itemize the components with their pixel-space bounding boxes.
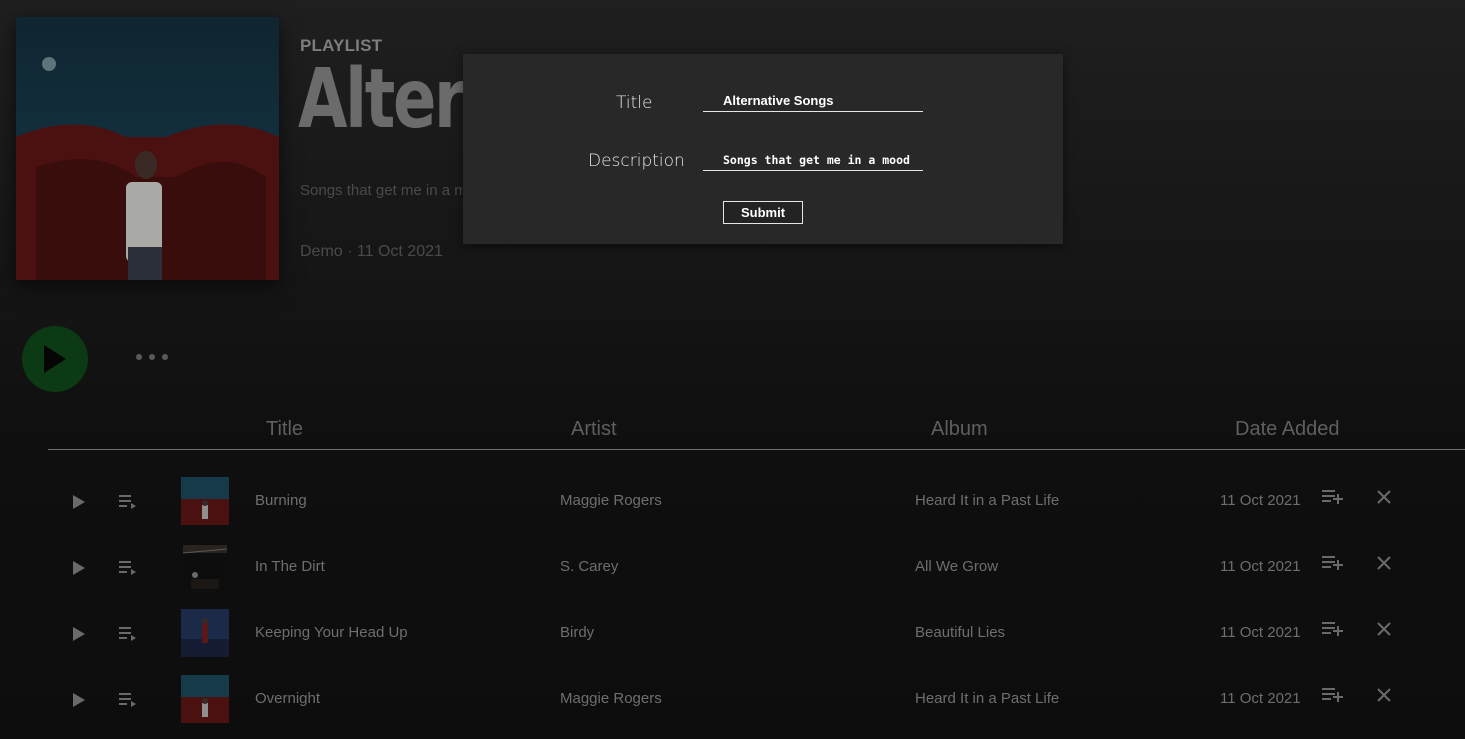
play-icon[interactable] [72,560,86,576]
playlist-cover-image [16,17,279,280]
header-divider [48,449,1465,450]
playlist-add-icon[interactable] [1322,489,1344,505]
table-row[interactable]: Overnight Maggie Rogers Heard It in a Pa… [0,675,1465,725]
playlist-meta: Demo · 11 Oct 2021 [300,243,443,260]
album-art [181,477,229,525]
column-header-artist: Artist [571,418,617,440]
track-date-added: 11 Oct 2021 [1220,624,1301,641]
track-date-added: 11 Oct 2021 [1220,492,1301,509]
column-header-date-added: Date Added [1235,418,1340,440]
track-title: Keeping Your Head Up [255,624,408,641]
add-to-queue-icon[interactable] [119,494,137,510]
track-title: In The Dirt [255,558,325,575]
add-to-queue-icon[interactable] [119,626,137,642]
album-art [181,675,229,723]
more-horizontal-icon [136,354,142,360]
add-to-queue-icon[interactable] [119,560,137,576]
add-to-queue-icon[interactable] [119,692,137,708]
play-icon [44,345,66,373]
close-icon[interactable] [1376,687,1392,703]
column-header-title: Title [266,418,304,440]
table-row[interactable]: Keeping Your Head Up Birdy Beautiful Lie… [0,609,1465,659]
close-icon[interactable] [1376,555,1392,571]
more-horizontal-icon [149,354,155,360]
playlist-add-icon[interactable] [1322,555,1344,571]
play-playlist-button[interactable] [22,326,88,392]
track-artist: S. Carey [560,558,619,575]
description-input[interactable] [703,149,923,171]
close-icon[interactable] [1376,489,1392,505]
column-header-album: Album [931,418,988,440]
track-album: All We Grow [915,558,999,575]
modal-description-label: Description [588,151,685,171]
album-art [181,609,229,657]
table-row[interactable]: In The Dirt S. Carey All We Grow 11 Oct … [0,543,1465,593]
album-art [181,543,229,591]
track-artist: Maggie Rogers [560,492,662,509]
close-icon[interactable] [1376,621,1392,637]
more-horizontal-icon [162,354,168,360]
playlist-add-icon[interactable] [1322,621,1344,637]
track-album: Heard It in a Past Life [915,492,1060,509]
track-title: Burning [255,492,307,509]
track-artist: Birdy [560,624,595,641]
more-options-button[interactable] [136,354,168,360]
track-album: Heard It in a Past Life [915,690,1060,707]
edit-playlist-modal: Title Description Submit [463,54,1063,244]
playlist-add-icon[interactable] [1322,687,1344,703]
play-icon[interactable] [72,692,86,708]
play-icon[interactable] [72,494,86,510]
track-date-added: 11 Oct 2021 [1220,558,1301,575]
track-date-added: 11 Oct 2021 [1220,690,1301,707]
track-title: Overnight [255,690,321,707]
title-input[interactable] [703,90,923,112]
modal-title-label: Title [616,93,653,113]
track-album: Beautiful Lies [915,624,1006,641]
play-icon[interactable] [72,626,86,642]
track-artist: Maggie Rogers [560,690,662,707]
table-row[interactable]: Burning Maggie Rogers Heard It in a Past… [0,477,1465,527]
submit-button[interactable]: Submit [723,201,803,224]
